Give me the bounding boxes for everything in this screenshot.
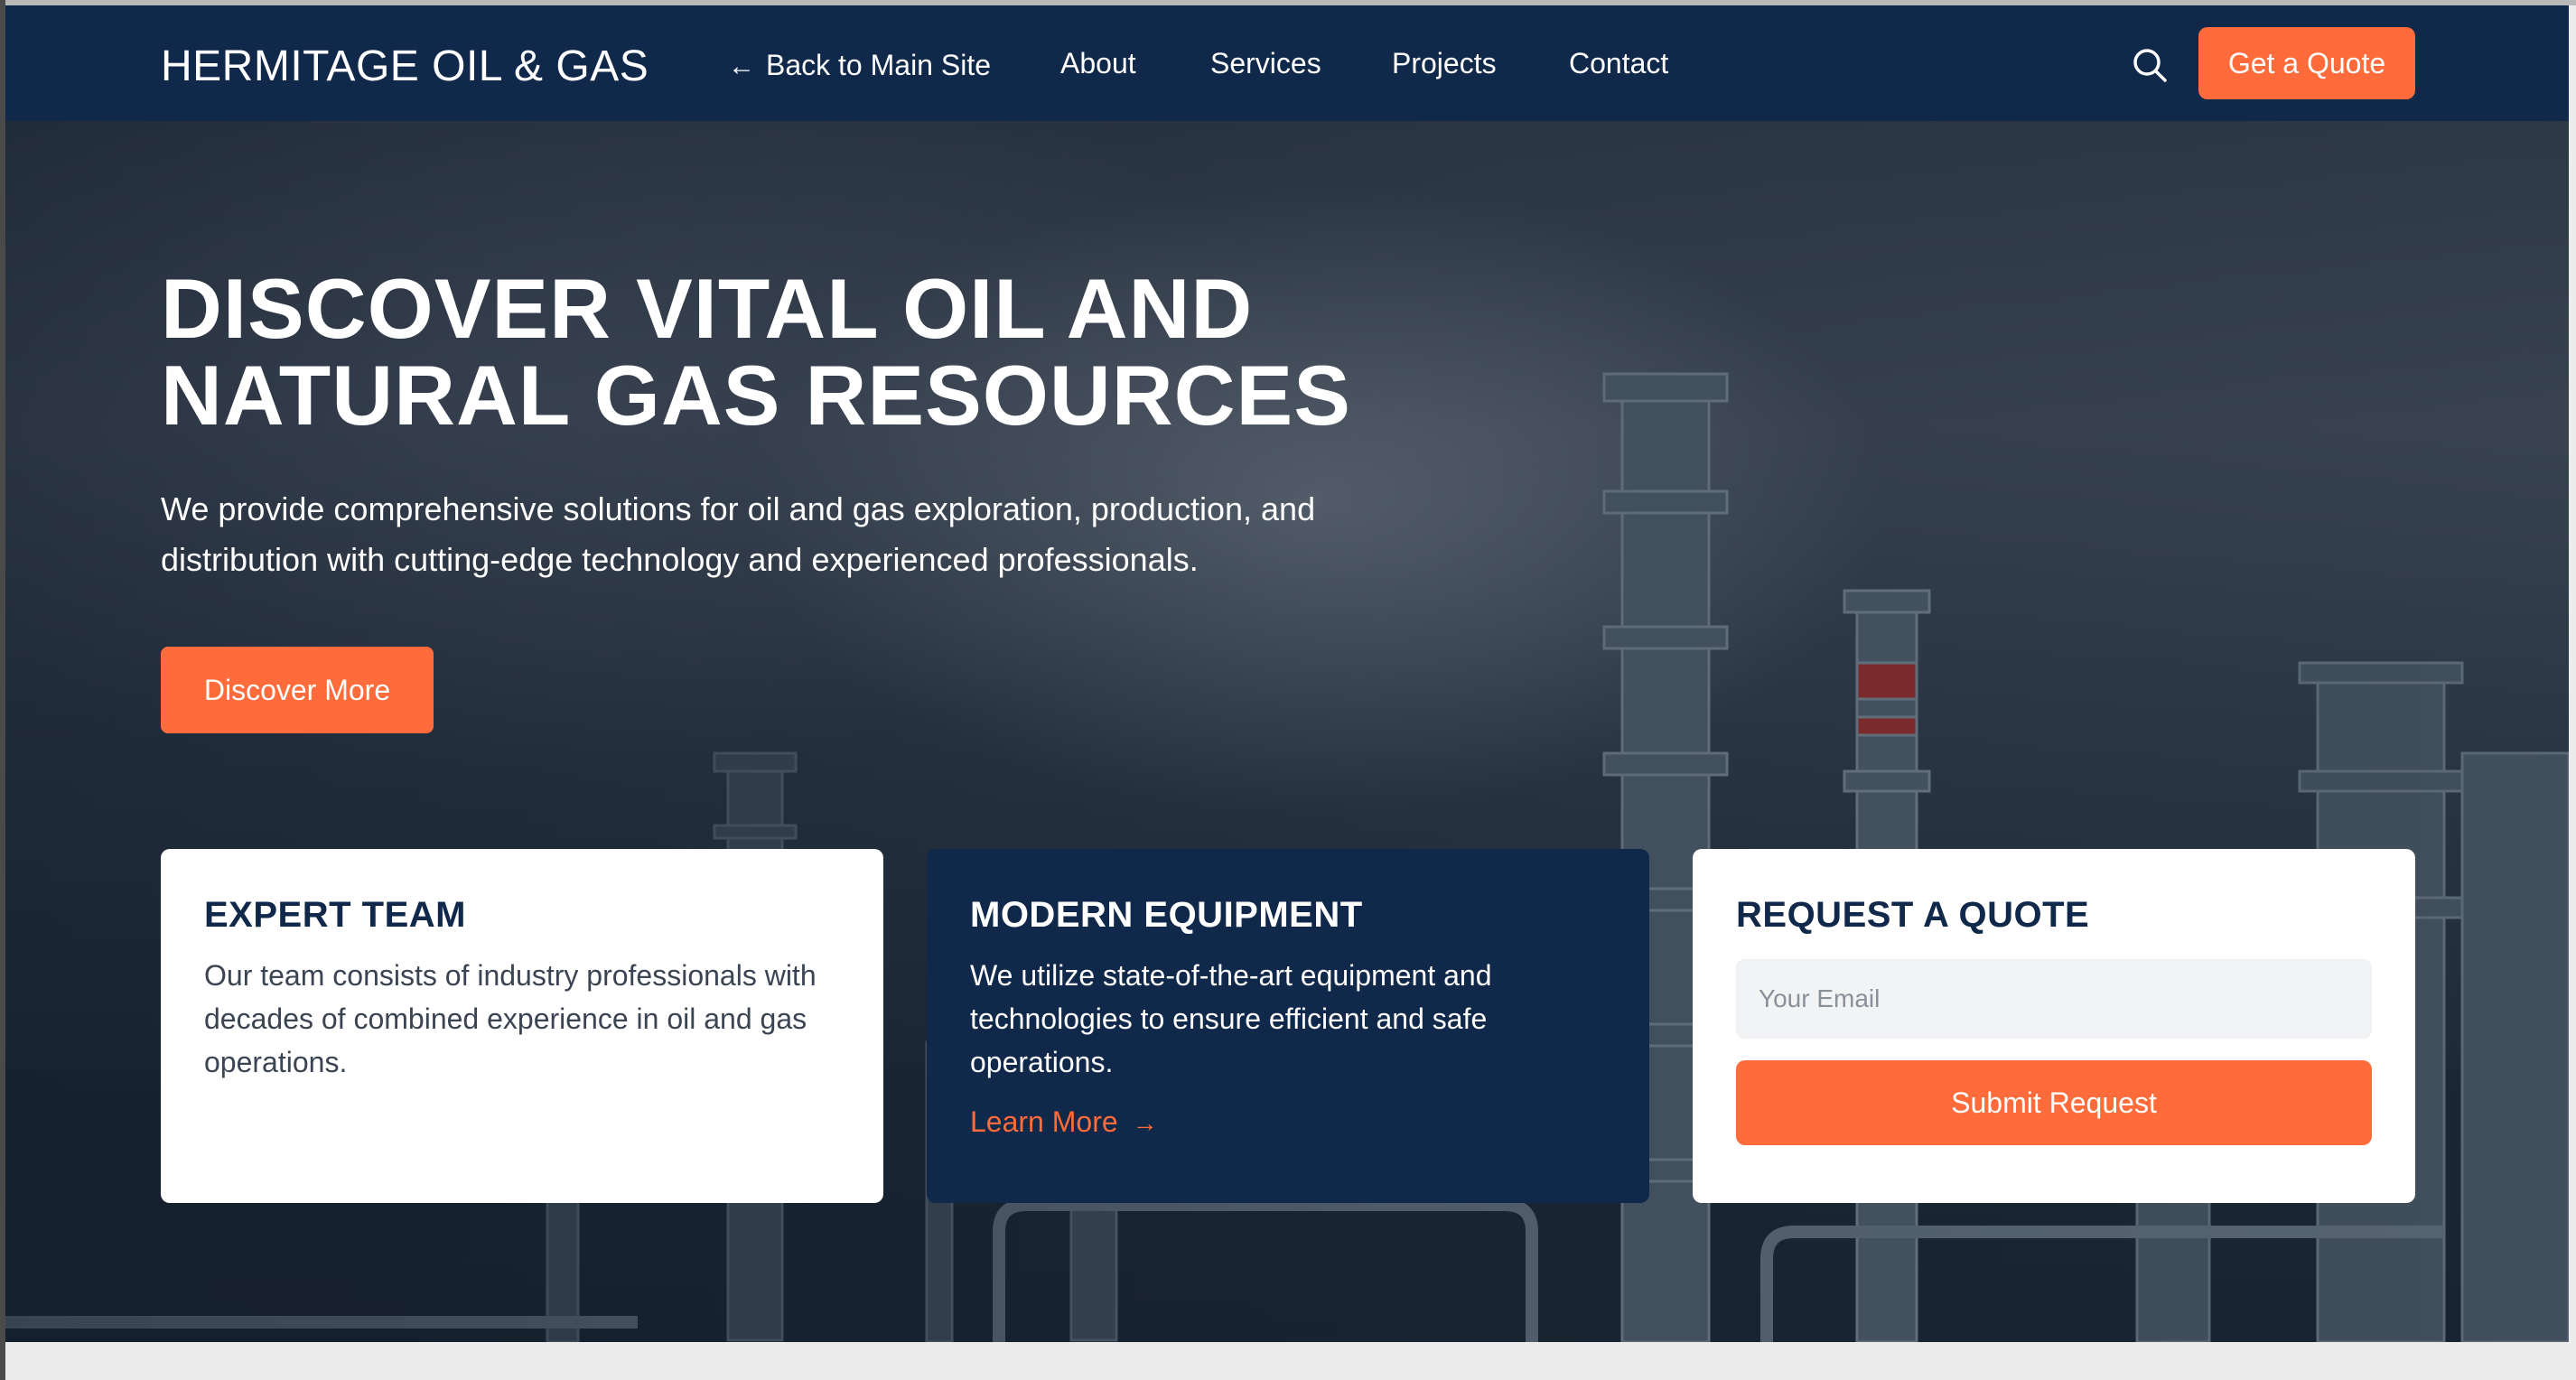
hero-title: DISCOVER VITAL OIL AND NATURAL GAS RESOU… [161, 266, 1516, 439]
search-button[interactable] [2130, 45, 2170, 85]
nav-link-contact[interactable]: Contact [1569, 47, 1668, 80]
expert-team-card: EXPERT TEAM Our team consists of industr… [161, 849, 883, 1203]
top-navbar: HERMITAGE OIL & GAS ← Back to Main Site A… [5, 5, 2569, 121]
card-title: EXPERT TEAM [204, 895, 466, 935]
card-title: MODERN EQUIPMENT [970, 895, 1363, 935]
discover-more-button[interactable]: Discover More [161, 647, 434, 733]
email-field[interactable] [1736, 959, 2372, 1039]
card-body: Our team consists of industry profession… [204, 959, 817, 1078]
request-quote-card: REQUEST A QUOTE Submit Request [1693, 849, 2415, 1203]
nav-link-services[interactable]: Services [1210, 47, 1321, 80]
nav-link-about[interactable]: About [1060, 47, 1136, 80]
brand-logo[interactable]: HERMITAGE OIL & GAS [161, 42, 649, 91]
back-to-main-site-link[interactable]: ← Back to Main Site [728, 49, 991, 82]
submit-request-button[interactable]: Submit Request [1736, 1060, 2372, 1145]
hero-title-line-2: NATURAL GAS RESOURCES [161, 348, 1351, 443]
arrow-left-icon: ← [728, 51, 755, 81]
hero-title-line-1: DISCOVER VITAL OIL AND [161, 261, 1254, 356]
modern-equipment-card: MODERN EQUIPMENT We utilize state-of-the… [927, 849, 1649, 1203]
back-link-label: Back to Main Site [766, 49, 991, 81]
get-a-quote-button[interactable]: Get a Quote [2198, 27, 2415, 99]
arrow-right-icon: → [1132, 1109, 1158, 1137]
learn-more-link[interactable]: Learn More → [970, 1105, 1158, 1139]
page: HERMITAGE OIL & GAS ← Back to Main Site A… [5, 5, 2569, 1342]
search-icon [2133, 49, 2167, 82]
hero-section: DISCOVER VITAL OIL AND NATURAL GAS RESOU… [5, 121, 2569, 1342]
hero-subtitle: We provide comprehensive solutions for o… [161, 490, 1316, 578]
nav-link-projects[interactable]: Projects [1392, 47, 1497, 80]
learn-more-label: Learn More [970, 1105, 1118, 1138]
card-body: We utilize state-of-the-art equipment an… [970, 959, 1492, 1078]
card-title: REQUEST A QUOTE [1736, 895, 2090, 935]
